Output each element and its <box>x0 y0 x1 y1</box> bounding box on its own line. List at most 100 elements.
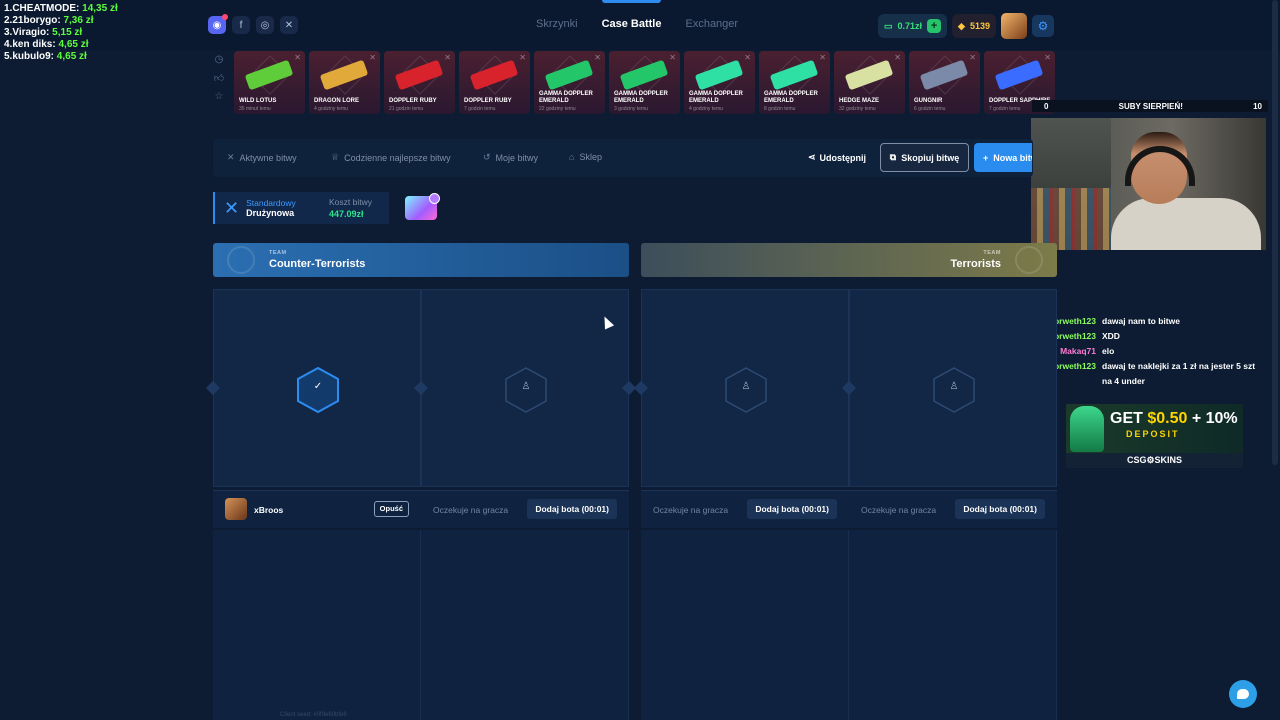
waiting-label: Oczekuje na gracza <box>433 505 509 515</box>
facebook-icon[interactable]: f <box>232 16 250 34</box>
t-emblem-icon <box>1015 246 1043 274</box>
star-icon[interactable]: ☆ <box>212 91 226 102</box>
drop-item[interactable]: ✕ WILD LOTUS 35 minut temu <box>234 51 305 114</box>
drop-item[interactable]: ✕ DRAGON LORE 4 godziny temu <box>309 51 380 114</box>
drop-item[interactable]: ✕ GAMMA DOPPLER EMERALD 8 godzin temu <box>759 51 830 114</box>
player-slot: ♙ <box>849 289 1057 487</box>
case-icon[interactable] <box>405 193 440 220</box>
waiting-label: Oczekuje na gracza <box>653 505 729 515</box>
close-icon: ✕ <box>969 53 976 62</box>
tab-daily-best[interactable]: ♕ Codzienne najlepsze bitwy <box>331 152 451 163</box>
balance-pill[interactable]: ▭ 0.71zł + <box>878 14 948 38</box>
trophy-icon: ♕ <box>331 152 340 162</box>
close-icon: ✕ <box>444 53 451 62</box>
nav-case-battle[interactable]: Case Battle <box>601 0 661 30</box>
tab-active-battles[interactable]: ✕ Aktywne bitwy <box>227 152 297 163</box>
team-t-header: TEAM Terrorists <box>641 243 1057 277</box>
leaderboard-row: 4.ken diks: 4,65 zł <box>4 39 89 50</box>
close-icon: ✕ <box>519 53 526 62</box>
discord-icon[interactable]: ◉ <box>208 14 228 34</box>
x-icon[interactable]: ✕ <box>280 16 298 34</box>
drop-item[interactable]: ✕ GUNGNIR 6 godzin temu <box>909 51 980 114</box>
leaderboard-row: 1.CHEATMODE: 14,35 zł <box>4 3 118 14</box>
drop-time: 4 godziny temu <box>689 106 723 112</box>
gear-icon[interactable]: ⚙ <box>1032 15 1054 37</box>
ad-brand: CSG⚙SKINS <box>1066 453 1243 468</box>
leaderboard-row: 5.kubulo9: 4,65 zł <box>4 51 87 62</box>
player-row: xBroos Opuść <box>213 490 421 528</box>
drop-name: WILD LOTUS <box>239 98 277 104</box>
coins-pill[interactable]: ◆ 5139 <box>952 14 996 38</box>
plus-icon: + <box>983 152 989 163</box>
drop-time: 3 godziny temu <box>614 106 648 112</box>
leave-button[interactable]: Opuść <box>373 501 409 517</box>
deposit-plus-icon[interactable]: + <box>927 19 942 33</box>
drop-name: GAMMA DOPPLER EMERALD <box>614 91 668 104</box>
shop-icon: ⌂ <box>569 152 575 162</box>
close-icon: ✕ <box>669 53 676 62</box>
share-icon: ⋖ <box>808 152 816 162</box>
new-battle-button[interactable]: +Nowa bitwa <box>974 143 1032 172</box>
copy-icon: ⧉ <box>889 152 897 162</box>
add-bot-button[interactable]: Dodaj bota (00:01) <box>955 499 1045 519</box>
drop-name: DOPPLER RUBY <box>389 98 437 104</box>
chat-text: dawaj nam to bitwe <box>1102 316 1180 326</box>
drop-name: GAMMA DOPPLER EMERALD <box>689 91 743 104</box>
cost-value: 447.09zł <box>329 209 364 219</box>
swords-icon: ✕ <box>224 197 240 218</box>
drop-item[interactable]: ✕ DOPPLER RUBY 21 godzin temu <box>384 51 455 114</box>
drop-item[interactable]: ✕ GAMMA DOPPLER EMERALD 22 godziny temu <box>534 51 605 114</box>
drop-name: GAMMA DOPPLER EMERALD <box>539 91 593 104</box>
player-avatar <box>225 498 247 520</box>
sub-goal-target: 10 <box>1253 101 1262 111</box>
user-avatar[interactable] <box>1001 13 1027 39</box>
drop-name: GUNGNIR <box>914 98 943 104</box>
drop-time: 7 godzin temu <box>464 106 496 112</box>
drop-time: 8 godzin temu <box>764 106 796 112</box>
tab-my-battles[interactable]: ↺ Moje bitwy <box>483 152 538 163</box>
tab-shop[interactable]: ⌂ Sklep <box>569 152 602 162</box>
rounds-column <box>213 530 421 720</box>
mascot-icon <box>1070 406 1104 452</box>
battle-cost: Koszt bitwy 447.09zł <box>318 192 389 224</box>
drop-name: DOPPLER RUBY <box>464 98 512 104</box>
drop-name: HEDGE MAZE <box>839 98 880 104</box>
close-icon: ✕ <box>369 53 376 62</box>
chat-message: Makaq71 elo <box>1032 344 1260 359</box>
close-icon: ✕ <box>744 53 751 62</box>
user-icon: ♙ <box>521 381 531 392</box>
client-seed: Client seed: #0f9e60bfe6 <box>280 712 347 718</box>
team-t-name: Terrorists <box>950 258 1001 270</box>
live-drops: ✕ WILD LOTUS 35 minut temu ✕ DRAGON LORE 4 go… <box>234 51 1055 114</box>
chat-message: lorweth123 dawaj te naklejki za 1 zł na j… <box>1032 359 1260 389</box>
mode-value: Drużynowa <box>246 208 295 218</box>
scrollbar[interactable] <box>1272 0 1278 465</box>
drop-item[interactable]: ✕ GAMMA DOPPLER EMERALD 3 godziny temu <box>609 51 680 114</box>
add-bot-button[interactable]: Dodaj bota (00:01) <box>747 499 837 519</box>
drop-item[interactable]: ✕ DOPPLER RUBY 7 godzin temu <box>459 51 530 114</box>
instagram-icon[interactable]: ◎ <box>256 16 274 34</box>
drop-item[interactable]: ✕ GAMMA DOPPLER EMERALD 4 godziny temu <box>684 51 755 114</box>
history-icon: ↺ <box>483 152 491 162</box>
main-nav: Skrzynki Case Battle Exchanger <box>536 0 738 30</box>
thumb-icon[interactable]: 👍︎ <box>212 72 226 84</box>
chat-bubble-icon <box>1237 689 1249 699</box>
clock-icon[interactable]: ◷ <box>212 54 226 65</box>
nav-cases[interactable]: Skrzynki <box>536 18 578 30</box>
add-bot-button[interactable]: Dodaj bota (00:01) <box>527 499 617 519</box>
player-slot: ✓ <box>213 289 421 487</box>
player-row: Oczekuje na gracza Dodaj bota (00:01) <box>849 490 1057 528</box>
support-chat-button[interactable] <box>1229 680 1257 708</box>
copy-battle-button[interactable]: ⧉ Skopiuj bitwę <box>880 143 969 172</box>
close-icon: ✕ <box>1044 53 1051 62</box>
check-icon: ✓ <box>313 381 323 392</box>
share-button[interactable]: ⋖ Udostępnij <box>808 152 866 163</box>
chat-message: lorweth123 dawaj nam to bitwe <box>1032 314 1260 329</box>
drop-item[interactable]: ✕ HEDGE MAZE 32 godziny temu <box>834 51 905 114</box>
drop-time: 32 godziny temu <box>839 106 876 112</box>
sub-goal-bar: 0 SUBY SIERPIEŃ! 10 <box>1032 100 1268 112</box>
user-icon: ♙ <box>949 381 959 392</box>
nav-exchanger[interactable]: Exchanger <box>685 18 738 30</box>
ct-emblem-icon <box>227 246 255 274</box>
chat-text: dawaj te naklejki za 1 zł na jester 5 sz… <box>1102 361 1256 386</box>
